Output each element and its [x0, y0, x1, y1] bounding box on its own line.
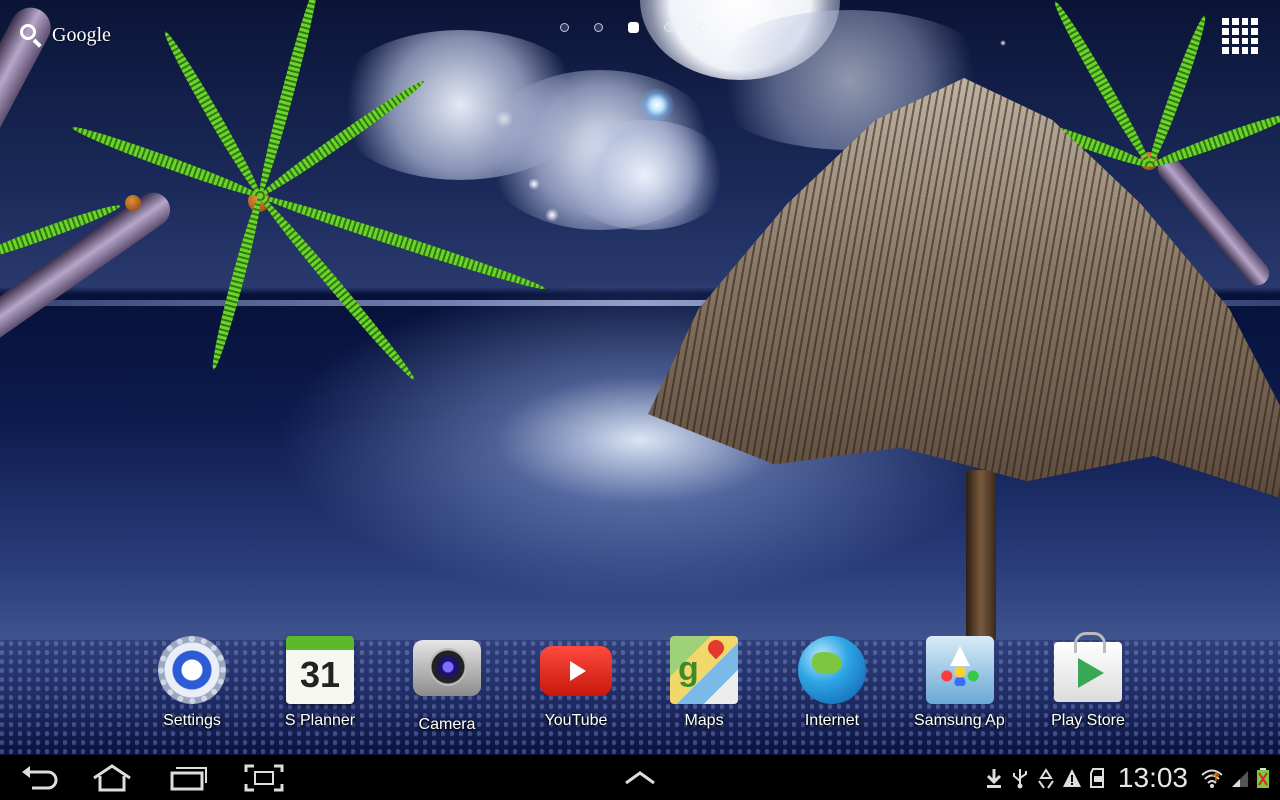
- page-dot[interactable]: [664, 23, 673, 32]
- screenshot-icon[interactable]: [242, 763, 286, 793]
- usb-icon: [1010, 767, 1030, 789]
- battery-charging-icon: [1256, 767, 1270, 789]
- search-icon: [18, 22, 44, 48]
- calendar-icon: 31: [286, 636, 354, 704]
- app-samsung-apps[interactable]: Samsung Apps: [905, 636, 1015, 736]
- settings-icon: [158, 636, 226, 704]
- download-icon: [984, 767, 1004, 789]
- wifi-icon: [1200, 767, 1224, 789]
- app-youtube[interactable]: YouTube: [521, 636, 631, 736]
- page-dot[interactable]: [560, 23, 569, 32]
- app-label: Camera: [418, 716, 476, 733]
- app-label: Maps: [684, 712, 724, 729]
- signal-icon: [1230, 767, 1250, 789]
- app-label: Internet: [804, 712, 860, 729]
- warning-icon: [1062, 767, 1082, 789]
- globe-icon: [798, 636, 866, 704]
- page-dot-active[interactable]: [628, 22, 639, 33]
- app-internet[interactable]: Internet: [777, 636, 887, 736]
- clock: 13:03: [1117, 761, 1188, 793]
- play-store-icon: [1054, 632, 1122, 702]
- star: [1000, 40, 1006, 46]
- maps-icon: g: [670, 636, 738, 704]
- app-label: Settings: [163, 712, 221, 729]
- app-label: Play Store: [1051, 712, 1125, 729]
- app-s-planner[interactable]: 31 S Planner: [265, 636, 375, 736]
- home-icon[interactable]: [90, 763, 134, 793]
- palm-trunk: [0, 186, 177, 352]
- app-camera[interactable]: Camera: [392, 636, 502, 736]
- youtube-icon: [540, 646, 612, 696]
- sd-card-icon: [1088, 767, 1108, 789]
- google-search-label: Google: [52, 23, 111, 46]
- app-settings[interactable]: Settings: [137, 636, 247, 736]
- star: [545, 208, 559, 222]
- app-label: YouTube: [544, 712, 608, 729]
- google-search-bar[interactable]: Google: [18, 20, 111, 50]
- app-maps[interactable]: g Maps: [649, 636, 759, 736]
- page-dot[interactable]: [698, 23, 707, 32]
- palm-frond: [70, 121, 263, 202]
- thatched-umbrella: [648, 78, 1280, 498]
- calendar-day: 31: [299, 654, 341, 695]
- recent-apps-icon[interactable]: [166, 763, 210, 793]
- star: [528, 178, 540, 190]
- app-label: S Planner: [284, 712, 356, 729]
- palm-frond: [207, 194, 266, 372]
- cloud: [560, 120, 730, 230]
- apps-grid-icon[interactable]: [1220, 16, 1260, 56]
- camera-icon: [413, 640, 481, 696]
- app-label: Samsung Apps: [914, 712, 1006, 729]
- recycle-icon: [1036, 767, 1056, 789]
- app-dock: Settings 31 S Planner Camera YouTube g M…: [0, 632, 1280, 736]
- samsung-apps-icon: [926, 636, 994, 704]
- palm-frond: [254, 0, 323, 198]
- coconut: [125, 195, 141, 211]
- bright-star: [640, 88, 674, 122]
- page-dot[interactable]: [594, 23, 603, 32]
- back-icon[interactable]: [18, 763, 62, 793]
- star: [495, 110, 513, 128]
- status-area[interactable]: 13:03: [984, 755, 1270, 800]
- page-indicator[interactable]: [560, 22, 707, 33]
- chevron-up-icon[interactable]: [618, 763, 662, 793]
- app-play-store[interactable]: Play Store: [1033, 632, 1143, 736]
